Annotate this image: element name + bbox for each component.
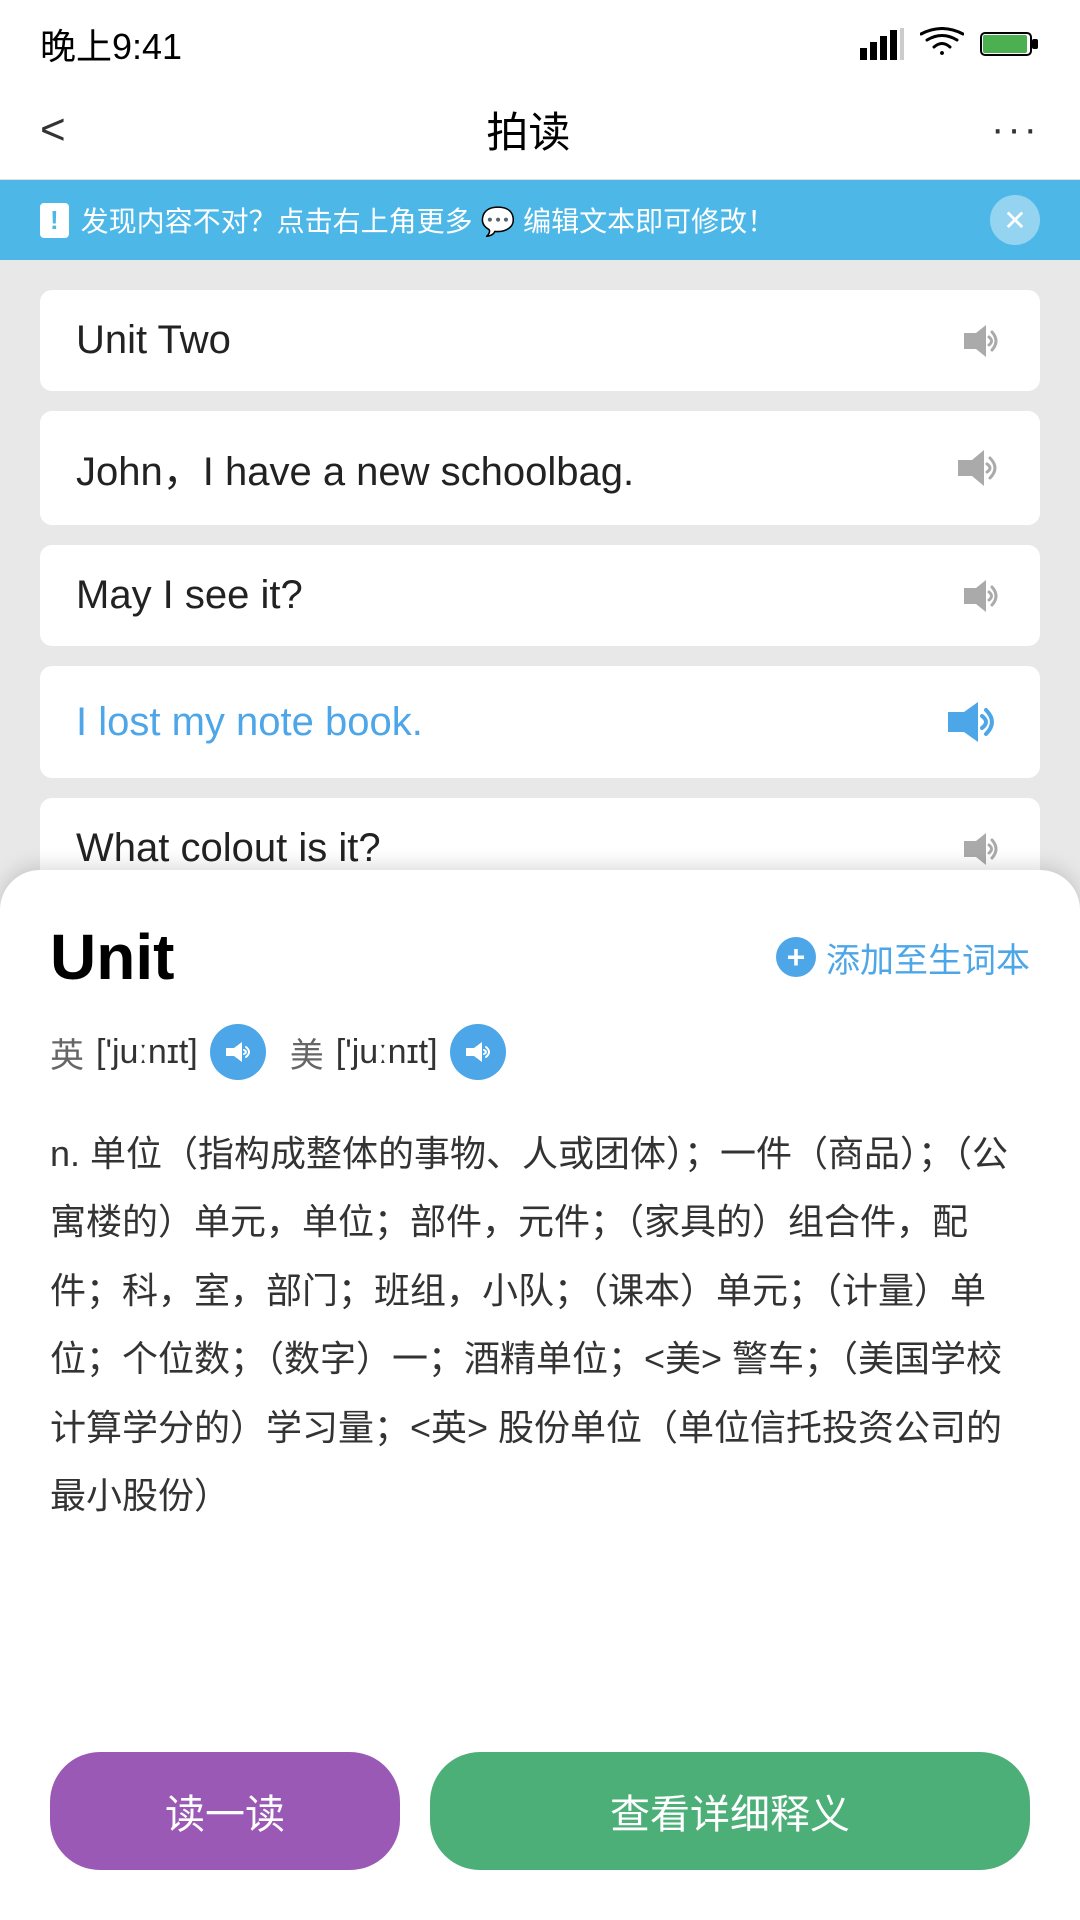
info-banner: ! 发现内容不对？点击右上角更多 💬 编辑文本即可修改！ ✕: [0, 180, 1080, 260]
read-aloud-button[interactable]: 读一读: [50, 1752, 400, 1870]
american-phone: ['juːnɪt]: [336, 1033, 438, 1072]
text-may: May I see it?: [76, 573, 303, 618]
view-detail-button[interactable]: 查看详细释义: [430, 1752, 1030, 1870]
more-button[interactable]: ···: [991, 107, 1040, 152]
dict-word-row: Unit + 添加至生词本: [50, 920, 1030, 994]
british-label: 英: [50, 1028, 84, 1077]
banner-icon: !: [40, 203, 69, 238]
signal-icon: [860, 28, 904, 60]
text-row-1: Unit Two: [40, 290, 1040, 391]
speaker-unit-two[interactable]: [956, 319, 1004, 363]
speaker-lost[interactable]: [940, 694, 1004, 750]
bottom-buttons: 读一读 查看详细释义: [50, 1752, 1030, 1870]
speaker-may[interactable]: [956, 574, 1004, 618]
text-row-2: John，I have a new schoolbag.: [40, 411, 1040, 525]
page-title: 拍读: [486, 99, 570, 160]
status-time: 晚上9:41: [40, 18, 182, 70]
text-row-4: I lost my note book.: [40, 666, 1040, 778]
status-icons: [860, 27, 1040, 61]
text-lost: I lost my note book.: [76, 700, 423, 745]
text-row-3: May I see it?: [40, 545, 1040, 646]
dict-definition: n. 单位（指构成整体的事物、人或团体）；一件（商品）；（公寓楼的）单元，单位；…: [50, 1120, 1030, 1530]
text-what-color: What colout is it?: [76, 826, 381, 871]
american-label: 美: [290, 1028, 324, 1077]
dict-phonetics: 英 ['juːnɪt] 美 ['juːnɪt]: [50, 1024, 1030, 1080]
wifi-icon: [920, 27, 964, 61]
text-unit-two: Unit Two: [76, 318, 231, 363]
british-phonetic: 英 ['juːnɪt]: [50, 1024, 266, 1080]
dictionary-panel: Unit + 添加至生词本 英 ['juːnɪt] 美 ['juːnɪt]: [0, 870, 1080, 1920]
british-phone: ['juːnɪt]: [96, 1033, 198, 1072]
banner-close-button[interactable]: ✕: [990, 195, 1040, 245]
add-to-wordbook-button[interactable]: + 添加至生词本: [776, 933, 1030, 982]
speaker-what-color[interactable]: [956, 827, 1004, 871]
text-john: John，I have a new schoolbag.: [76, 439, 634, 497]
back-button[interactable]: <: [40, 105, 66, 155]
banner-message: ! 发现内容不对？点击右上角更多 💬 编辑文本即可修改！: [40, 200, 775, 240]
american-phonetic: 美 ['juːnɪt]: [290, 1024, 506, 1080]
status-bar: 晚上9:41: [0, 0, 1080, 80]
american-speaker-button[interactable]: [450, 1024, 506, 1080]
battery-icon: [980, 29, 1040, 59]
add-label: 添加至生词本: [826, 933, 1030, 982]
add-icon: +: [776, 937, 816, 977]
banner-text: 发现内容不对？点击右上角更多 💬 编辑文本即可修改！: [81, 200, 775, 240]
header: < 拍读 ···: [0, 80, 1080, 180]
dict-word: Unit: [50, 920, 174, 994]
british-speaker-button[interactable]: [210, 1024, 266, 1080]
speaker-john[interactable]: [950, 444, 1004, 492]
